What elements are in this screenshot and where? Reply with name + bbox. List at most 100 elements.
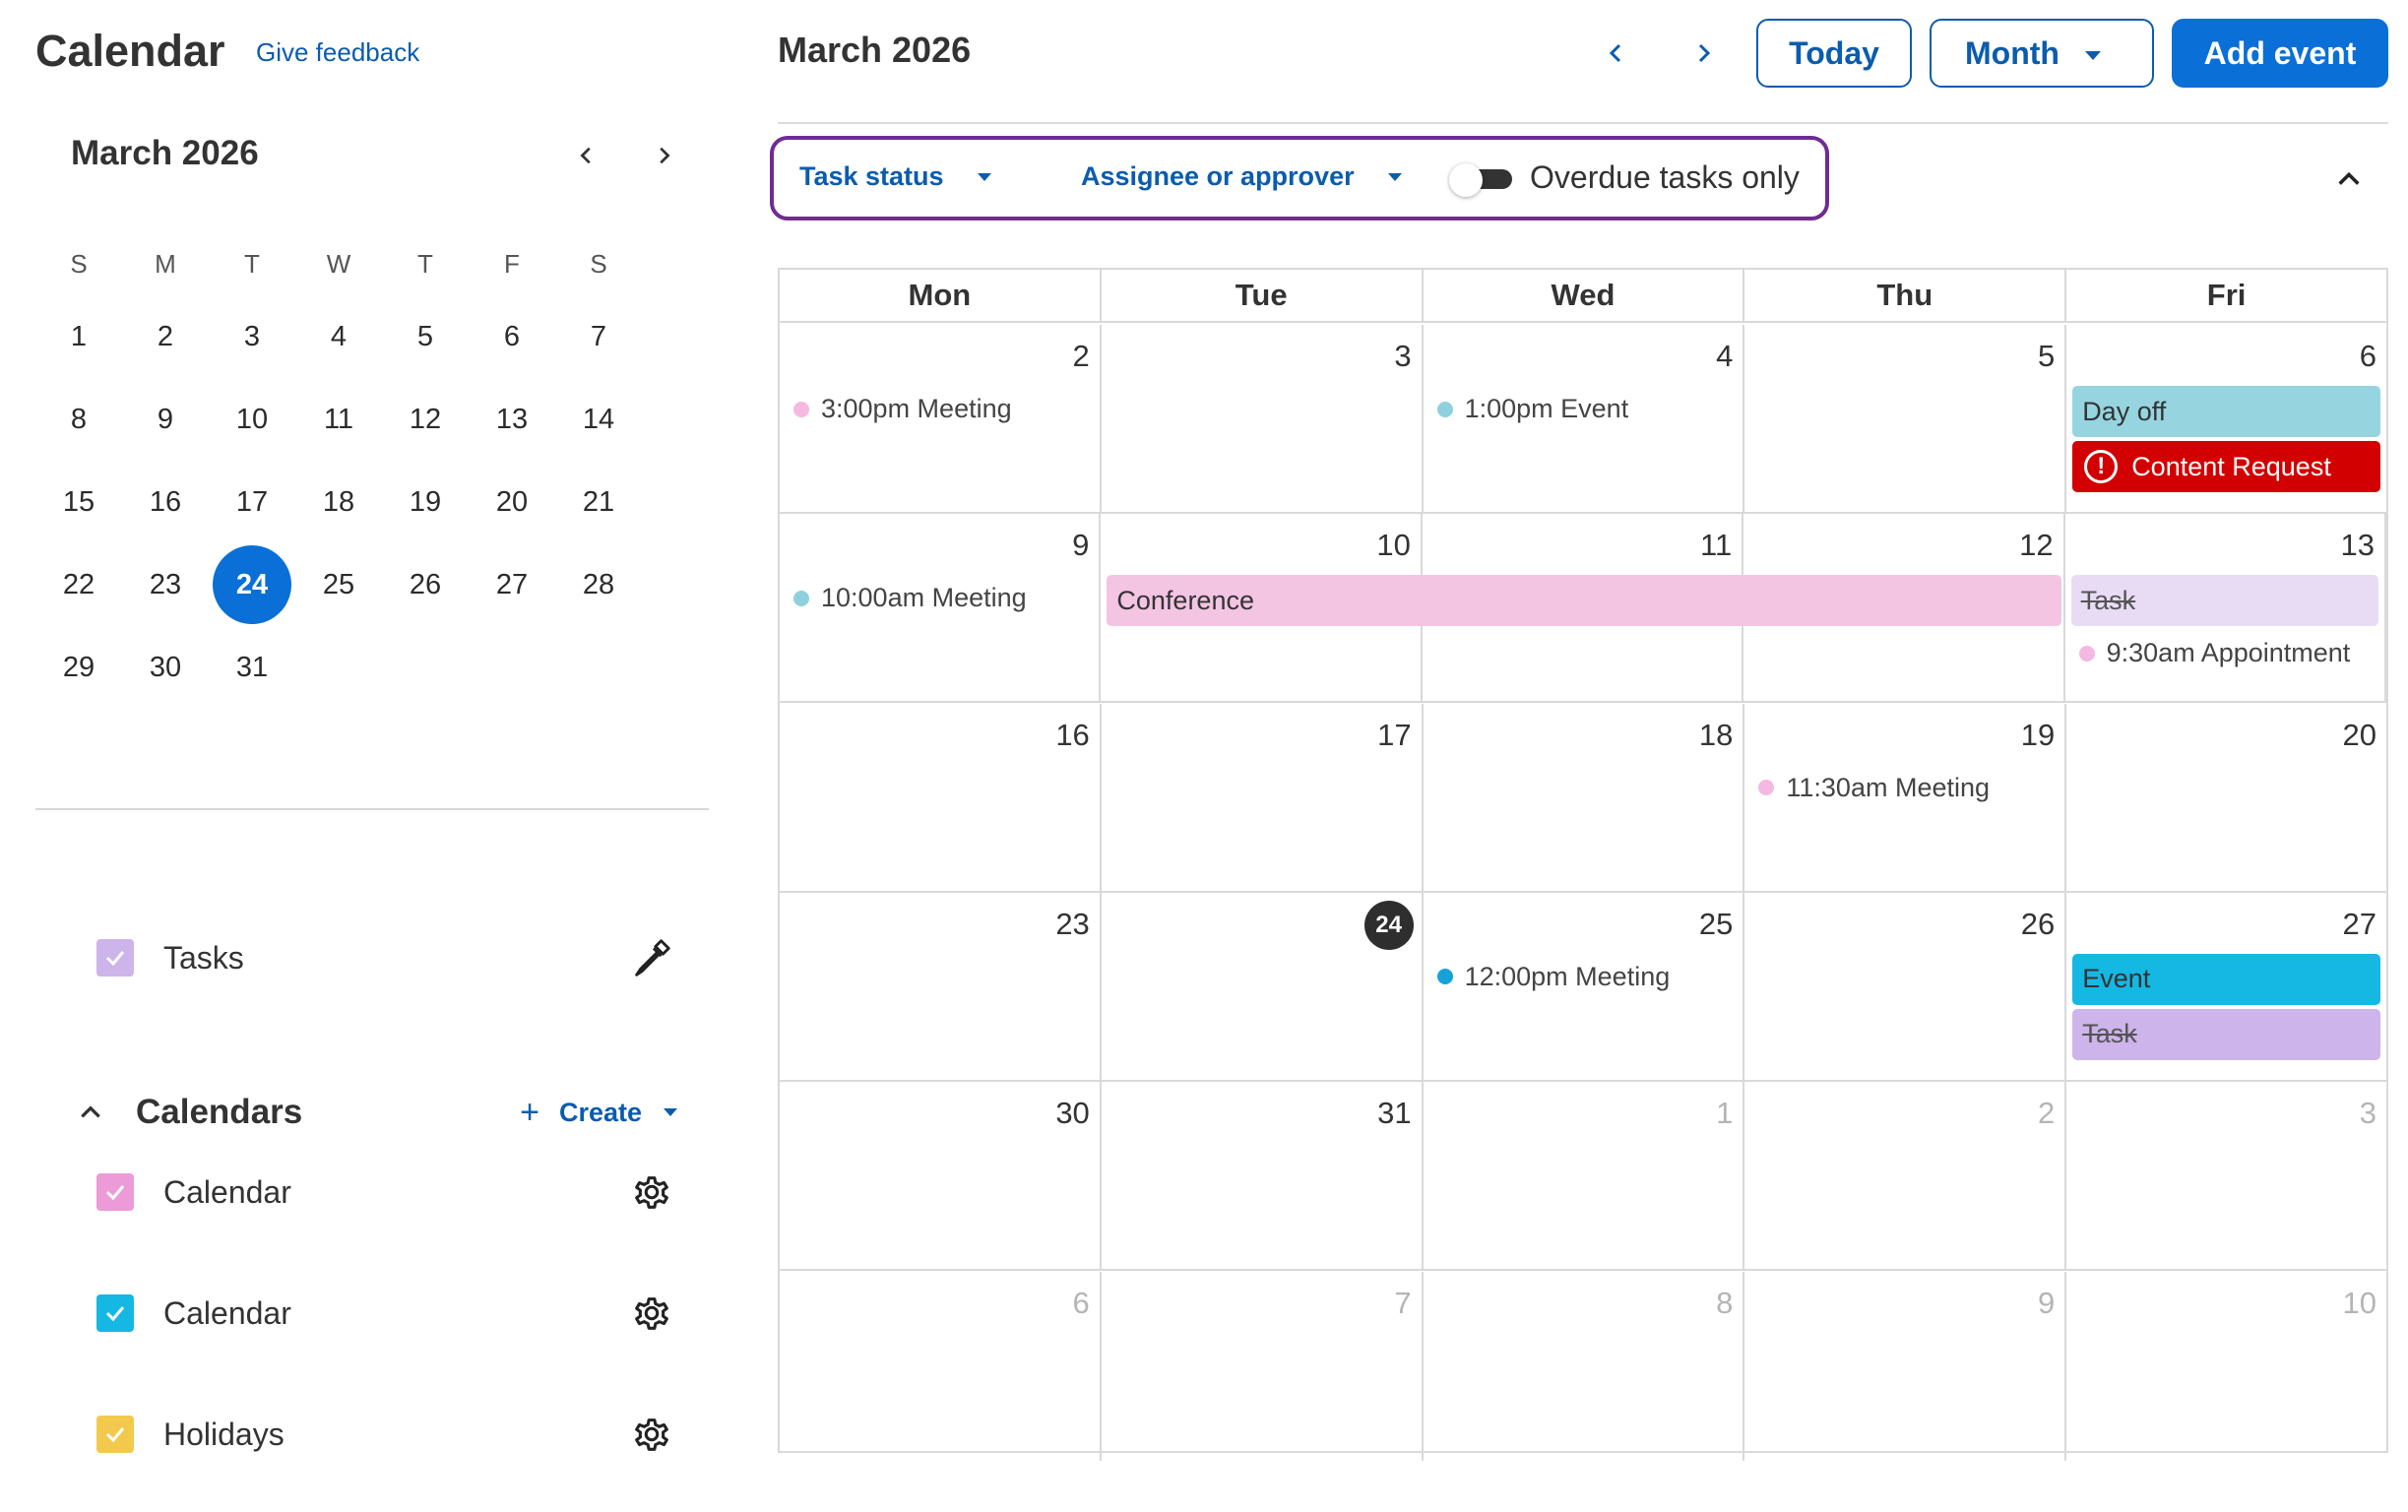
- day-cell[interactable]: 23: [780, 892, 1102, 1080]
- mini-day[interactable]: 18: [295, 461, 382, 543]
- mini-day[interactable]: 5: [382, 295, 469, 378]
- mini-day[interactable]: 28: [555, 543, 642, 626]
- mini-day[interactable]: 9: [122, 378, 209, 461]
- day-cell[interactable]: 9 10:00am Meeting: [780, 514, 1102, 702]
- today-button[interactable]: Today: [1756, 19, 1912, 88]
- create-calendar-button[interactable]: + Create: [520, 1094, 677, 1132]
- mini-weekday-label: M: [155, 248, 176, 279]
- day-cell[interactable]: 9: [1744, 1271, 2067, 1461]
- day-cell[interactable]: 19 11:30am Meeting: [1744, 703, 2067, 891]
- completed-task[interactable]: Task: [2070, 575, 2379, 627]
- mini-day[interactable]: 21: [555, 461, 642, 543]
- mini-day[interactable]: 25: [295, 543, 382, 626]
- collapse-calendars-button[interactable]: [71, 1093, 110, 1132]
- calendar-settings-button[interactable]: [626, 1288, 677, 1339]
- day-cell[interactable]: 6: [780, 1271, 1102, 1461]
- mini-day[interactable]: 2: [122, 295, 209, 378]
- mini-day[interactable]: 10: [209, 378, 295, 461]
- day-cell[interactable]: 24: [1102, 892, 1424, 1080]
- mini-prev-month-button[interactable]: [567, 136, 606, 175]
- tasks-color-picker-button[interactable]: [626, 932, 677, 983]
- day-cell[interactable]: 5: [1744, 325, 2067, 512]
- day-cell[interactable]: 1: [1424, 1082, 1745, 1270]
- mini-day[interactable]: 16: [122, 461, 209, 543]
- mini-day[interactable]: 3: [209, 295, 295, 378]
- prev-month-button[interactable]: [1595, 32, 1638, 75]
- mini-day[interactable]: 1: [35, 295, 122, 378]
- assignee-filter[interactable]: Assignee or approver: [1081, 161, 1402, 192]
- plus-icon: +: [520, 1093, 539, 1131]
- next-month-button[interactable]: [1681, 32, 1725, 75]
- day-cell[interactable]: 25 12:00pm Meeting: [1424, 892, 1745, 1080]
- event-item[interactable]: 1:00pm Event: [1436, 394, 1628, 424]
- give-feedback-link[interactable]: Give feedback: [256, 37, 419, 68]
- day-cell[interactable]: 20: [2066, 704, 2386, 891]
- mini-day[interactable]: 8: [35, 378, 122, 461]
- mini-day[interactable]: 7: [555, 295, 642, 378]
- overdue-toggle[interactable]: [1449, 163, 1514, 197]
- view-select[interactable]: Month: [1930, 19, 2154, 88]
- day-cell[interactable]: 6 Day off! Content Request: [2066, 325, 2386, 512]
- day-cell[interactable]: 30: [780, 1082, 1102, 1270]
- mini-next-month-button[interactable]: [644, 136, 683, 175]
- mini-day[interactable]: 27: [469, 543, 555, 626]
- mini-day[interactable]: 13: [469, 378, 555, 461]
- mini-day-number: 5: [416, 320, 434, 352]
- mini-day[interactable]: 23: [122, 543, 209, 626]
- mini-day[interactable]: 11: [295, 378, 382, 461]
- alert-event[interactable]: ! Content Request: [2072, 441, 2380, 492]
- mini-day[interactable]: 6: [469, 295, 555, 378]
- mini-day[interactable]: 12: [382, 378, 469, 461]
- mini-day[interactable]: 4: [295, 295, 382, 378]
- today-date-badge: 24: [1363, 900, 1414, 950]
- event-item[interactable]: 11:30am Meeting: [1758, 773, 1990, 803]
- tasks-checkbox[interactable]: [96, 939, 134, 976]
- event-bar[interactable]: Event: [2072, 953, 2380, 1005]
- mini-day[interactable]: 17: [209, 461, 295, 543]
- mini-day[interactable]: 30: [122, 626, 209, 709]
- event-item[interactable]: 9:30am Appointment: [2078, 638, 2350, 668]
- calendar-checkbox[interactable]: [96, 1416, 134, 1453]
- event-item[interactable]: 10:00am Meeting: [793, 583, 1027, 613]
- add-event-button[interactable]: Add event: [2172, 19, 2388, 88]
- day-cell[interactable]: 13 Task 9:30am Appointment: [2065, 514, 2387, 702]
- multi-day-event[interactable]: Conference: [1107, 575, 2061, 627]
- day-cell[interactable]: 10: [2066, 1272, 2386, 1461]
- day-cell[interactable]: 17: [1102, 703, 1424, 891]
- mini-day[interactable]: 19: [382, 461, 469, 543]
- mini-day[interactable]: 31: [209, 626, 295, 709]
- collapse-filters-button[interactable]: [2327, 158, 2371, 201]
- day-cell[interactable]: 3: [2066, 1082, 2386, 1269]
- mini-day[interactable]: 24: [209, 543, 295, 626]
- day-cell[interactable]: 2 3:00pm Meeting: [780, 325, 1102, 512]
- mini-day[interactable]: 22: [35, 543, 122, 626]
- calendar-checkbox[interactable]: [96, 1173, 134, 1211]
- day-cell[interactable]: 26: [1744, 892, 2067, 1080]
- mini-day[interactable]: 15: [35, 461, 122, 543]
- completed-task[interactable]: Task: [2072, 1008, 2380, 1060]
- calendar-settings-button[interactable]: [626, 1409, 677, 1460]
- day-cell[interactable]: 16: [780, 703, 1102, 891]
- mini-day[interactable]: 14: [555, 378, 642, 461]
- header-divider: [778, 122, 2388, 124]
- calendar-settings-button[interactable]: [626, 1166, 677, 1218]
- mini-day-number: 21: [582, 485, 615, 518]
- event-item[interactable]: 12:00pm Meeting: [1436, 962, 1670, 992]
- day-cell[interactable]: 7: [1102, 1271, 1424, 1461]
- day-cell[interactable]: 27 Event Task: [2066, 893, 2386, 1080]
- day-cell[interactable]: 18: [1424, 703, 1745, 891]
- day-cell[interactable]: 8: [1424, 1271, 1745, 1461]
- mini-day[interactable]: 29: [35, 626, 122, 709]
- day-cell[interactable]: 4 1:00pm Event: [1424, 325, 1745, 512]
- day-cell[interactable]: 3: [1102, 325, 1424, 512]
- mini-day[interactable]: 26: [382, 543, 469, 626]
- calendar-label: Holidays: [163, 1416, 285, 1452]
- event-item[interactable]: 3:00pm Meeting: [793, 394, 1012, 424]
- task-status-filter[interactable]: Task status: [799, 161, 991, 192]
- event-bar[interactable]: Day off: [2072, 386, 2380, 437]
- day-cell[interactable]: 2: [1744, 1082, 2067, 1270]
- mini-day[interactable]: 20: [469, 461, 555, 543]
- calendar-checkbox[interactable]: [96, 1294, 134, 1332]
- chevron-up-icon: [2338, 171, 2360, 185]
- day-cell[interactable]: 31: [1102, 1082, 1424, 1270]
